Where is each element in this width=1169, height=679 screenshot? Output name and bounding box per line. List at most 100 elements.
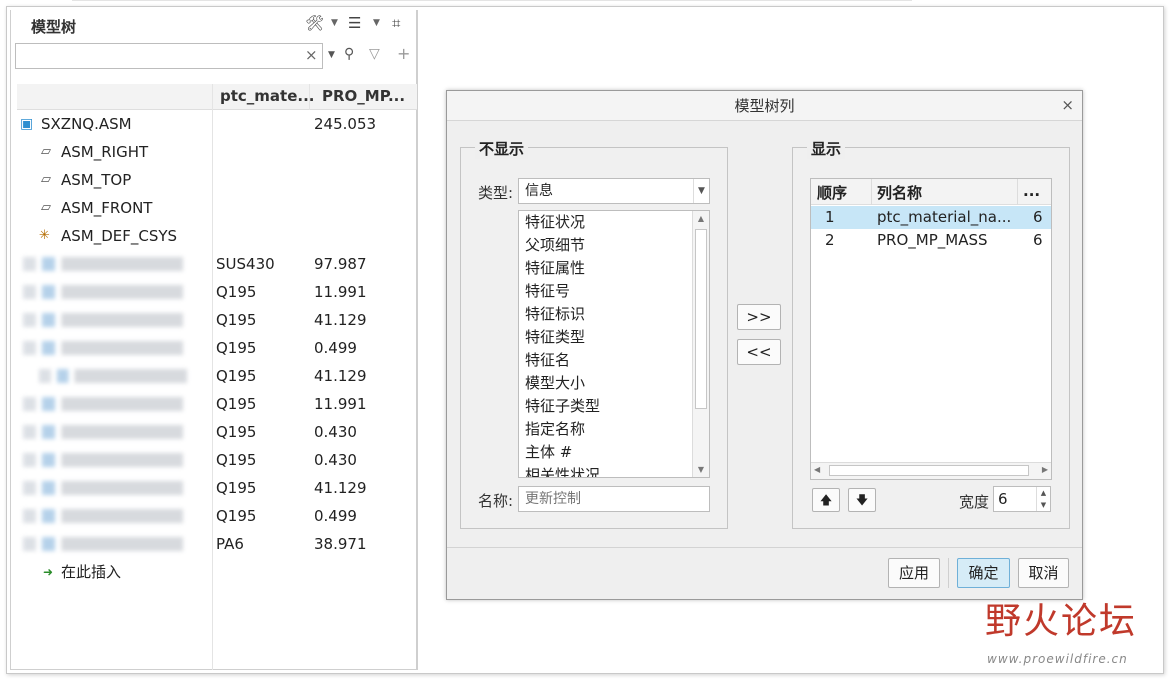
grid-row[interactable]: 2 PRO_MP_MASS 6	[811, 229, 1051, 252]
list-icon[interactable]: ☰	[348, 14, 361, 32]
list-item[interactable]: 特征号	[519, 280, 709, 303]
column-material[interactable]: ptc_mate...	[220, 87, 315, 105]
scroll-right-icon[interactable]: ▶	[1042, 465, 1048, 474]
column-divider	[1017, 179, 1018, 205]
type-label: 类型:	[478, 184, 514, 202]
tree-part-row[interactable]: Q195 11.991	[17, 390, 417, 418]
list-item[interactable]: 指定名称	[519, 418, 709, 441]
grid-header: 顺序 列名称 ...	[811, 179, 1051, 205]
list-item[interactable]: 特征状况	[519, 211, 709, 234]
datum-plane-icon: ▱	[41, 144, 51, 159]
cancel-button[interactable]: 取消	[1018, 558, 1069, 588]
scroll-thumb[interactable]	[829, 465, 1029, 476]
displayed-columns-group: 显示 顺序 列名称 ... 1 ptc_material_na... 6 2 P…	[792, 138, 1070, 529]
tree-root-row[interactable]: ▣ SXZNQ.ASM 245.053	[17, 110, 417, 138]
displayed-group-label: 显示	[807, 138, 846, 159]
list-item[interactable]: 特征类型	[519, 326, 709, 349]
tree-datum-row[interactable]: ▱ ASM_RIGHT	[17, 138, 417, 166]
blurred-part-name	[23, 397, 183, 411]
blurred-part-name	[23, 537, 183, 551]
chevron-down-icon[interactable]: ▼	[328, 50, 335, 60]
list-item[interactable]: 父项细节	[519, 234, 709, 257]
scroll-thumb[interactable]	[695, 229, 707, 409]
assembly-icon: ▣	[20, 116, 34, 132]
datum-plane-icon: ▱	[41, 200, 51, 215]
clear-icon[interactable]: ×	[305, 46, 318, 64]
tree-part-row[interactable]: Q195 11.991	[17, 278, 417, 306]
tree-datum-row[interactable]: ✳ ASM_DEF_CSYS	[17, 222, 417, 250]
add-column-button[interactable]: >>	[737, 304, 781, 330]
list-item[interactable]: 模型大小	[519, 372, 709, 395]
tree-part-row[interactable]: Q195 0.430	[17, 446, 417, 474]
column-divider	[871, 179, 872, 205]
list-item[interactable]: 特征属性	[519, 257, 709, 280]
name-input[interactable]	[518, 486, 710, 512]
footer-separator	[447, 547, 1082, 548]
list-item[interactable]: 特征名	[519, 349, 709, 372]
displayed-columns-grid[interactable]: 顺序 列名称 ... 1 ptc_material_na... 6 2 PRO_…	[810, 178, 1052, 480]
tree-part-row[interactable]: PA6 38.971	[17, 530, 417, 558]
site-watermark-url: www.proewildfire.cn	[987, 652, 1128, 666]
datum-plane-icon: ▱	[41, 172, 51, 187]
site-watermark-logo: 野火论坛	[985, 601, 1138, 642]
tree-part-row[interactable]: Q195 41.129	[17, 474, 417, 502]
hidden-columns-list[interactable]: 特征状况 父项细节 特征属性 特征号 特征标识 特征类型 特征名 模型大小 特征…	[518, 210, 710, 478]
grid-header-more[interactable]: ...	[1023, 182, 1040, 200]
remove-column-button[interactable]: <<	[737, 339, 781, 365]
tree-title: 模型树	[31, 18, 77, 36]
grid-header-name[interactable]: 列名称	[877, 182, 922, 203]
tree-datum-row[interactable]: ▱ ASM_FRONT	[17, 194, 417, 222]
chevron-down-icon[interactable]: ▼	[373, 18, 380, 28]
spin-up-icon[interactable]: ▲	[1036, 487, 1050, 499]
apply-button[interactable]: 应用	[888, 558, 940, 588]
hidden-group-label: 不显示	[475, 138, 529, 159]
blurred-part-name	[23, 341, 183, 355]
filter-icon[interactable]: ▽	[369, 46, 380, 62]
blurred-part-name	[23, 509, 183, 523]
tree-layout-icon[interactable]: ⌗	[392, 14, 400, 32]
tree-search-input[interactable]	[15, 43, 323, 69]
scroll-up-icon[interactable]: ▲	[693, 214, 709, 223]
insert-arrow-icon: ➜	[43, 565, 54, 579]
horizontal-scrollbar[interactable]: ◀ ▶	[811, 462, 1051, 479]
list-item[interactable]: 特征标识	[519, 303, 709, 326]
list-item[interactable]: 相关性状况	[519, 464, 709, 477]
scroll-left-icon[interactable]: ◀	[814, 465, 820, 474]
ok-button[interactable]: 确定	[957, 558, 1010, 588]
tree-part-row[interactable]: Q195 41.129	[17, 362, 417, 390]
tree-part-row[interactable]: Q195 41.129	[17, 306, 417, 334]
arrow-up-icon: 🡅	[819, 493, 833, 507]
width-spinner[interactable]: 6 ▲ ▼	[993, 486, 1051, 512]
list-item[interactable]: 特征子类型	[519, 395, 709, 418]
tree-part-row[interactable]: SUS430 97.987	[17, 250, 417, 278]
column-divider	[309, 84, 310, 110]
move-down-button[interactable]: 🡇	[848, 488, 876, 512]
blurred-part-name	[39, 369, 187, 383]
binoculars-icon[interactable]: ⚲	[344, 46, 354, 62]
scroll-down-icon[interactable]: ▼	[693, 465, 709, 474]
top-tab-strip	[72, 0, 912, 7]
grid-row-selected[interactable]: 1 ptc_material_na... 6	[811, 206, 1051, 229]
settings-tools-icon[interactable]: 🛠	[305, 14, 324, 32]
blurred-part-name	[23, 453, 183, 467]
close-icon[interactable]: ×	[1061, 96, 1074, 114]
type-select[interactable]: 信息 ▼	[518, 178, 710, 204]
list-item[interactable]: 主体 #	[519, 441, 709, 464]
tree-part-row[interactable]: Q195 0.499	[17, 502, 417, 530]
vertical-scrollbar[interactable]: ▲ ▼	[692, 211, 709, 477]
hidden-columns-group: 不显示 类型: 信息 ▼ 特征状况 父项细节 特征属性 特征号 特征标识 特征类…	[460, 138, 728, 529]
tree-part-row[interactable]: Q195 0.499	[17, 334, 417, 362]
move-up-button[interactable]: 🡅	[812, 488, 840, 512]
width-label: 宽度	[959, 493, 990, 511]
grid-header-order[interactable]: 顺序	[817, 182, 847, 203]
model-tree-panel: 模型树 🛠 ▼ ☰ ▼ ⌗ × ▼ ⚲ ▽ + ptc_mate... PRO_…	[10, 10, 417, 670]
blurred-part-name	[23, 425, 183, 439]
spin-down-icon[interactable]: ▼	[1036, 499, 1050, 511]
column-mass[interactable]: PRO_MP...	[322, 87, 405, 105]
chevron-down-icon[interactable]: ▼	[331, 18, 338, 28]
pane-divider	[417, 10, 418, 670]
add-icon[interactable]: +	[397, 44, 410, 63]
tree-part-row[interactable]: Q195 0.430	[17, 418, 417, 446]
tree-datum-row[interactable]: ▱ ASM_TOP	[17, 166, 417, 194]
insert-here-row[interactable]: ➜ 在此插入	[17, 558, 417, 586]
